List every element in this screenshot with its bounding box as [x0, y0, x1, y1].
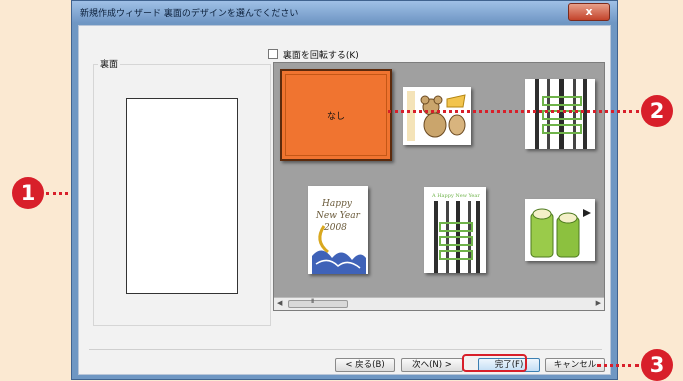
gallery-horizontal-scrollbar[interactable]: ◀ III ▶	[274, 297, 604, 310]
checkbox-box[interactable]	[268, 49, 278, 59]
bamboo-tall-illustration: A Happy New Year	[431, 193, 480, 273]
close-button[interactable]: x	[568, 3, 610, 21]
design-gallery[interactable]: なし Happy New Year 2008 A Happy New Year …	[273, 62, 605, 311]
thumbnail-bamboo-wide[interactable]	[525, 79, 595, 149]
back-button[interactable]: < 戻る(B)	[335, 358, 395, 372]
callout-badge-2: 2	[641, 95, 673, 127]
scroll-left-icon[interactable]: ◀	[277, 299, 282, 307]
rotate-checkbox-label: 裏面を回転する(K)	[282, 51, 359, 61]
title-bar: 新規作成ウィザード 裏面のデザインを選んでください x	[72, 1, 617, 23]
window-title: 新規作成ウィザード 裏面のデザインを選んでください	[80, 9, 299, 19]
thumbnail-happy-new-year[interactable]: Happy New Year 2008	[308, 186, 368, 274]
thumbnail-none-selected[interactable]: なし	[280, 69, 392, 161]
cancel-button[interactable]: キャンセル	[545, 358, 605, 372]
callout-badge-3: 3	[641, 349, 673, 381]
nyear-line-3: 2008	[323, 223, 347, 233]
button-separator	[89, 349, 602, 350]
wizard-client: 裏面 裏面を回転する(K) なし Happy New Year 2008 A H…	[78, 25, 611, 375]
bamboo-tall-caption: A Happy New Year	[431, 193, 480, 199]
next-button[interactable]: 次へ(N) >	[401, 358, 463, 372]
callout-1-leader	[46, 192, 68, 195]
mouse-cheese-illustration	[407, 91, 466, 141]
bamboo-cut-illustration	[530, 208, 591, 258]
callout-2-leader	[388, 110, 639, 113]
finish-highlight-ring	[462, 354, 527, 372]
callout-3-leader	[597, 364, 639, 367]
scroll-right-icon[interactable]: ▶	[596, 299, 601, 307]
scroll-thumb[interactable]: III	[288, 298, 348, 308]
scroll-grip-icon: III	[311, 298, 314, 305]
thumbnail-bamboo-cut[interactable]	[525, 199, 595, 261]
thumbnail-mouse-cheese[interactable]	[403, 87, 471, 145]
back-side-group: 裏面	[93, 57, 271, 326]
none-label: なし	[326, 112, 345, 122]
nyear-line-2: New Year	[315, 211, 361, 221]
callout-badge-1: 1	[12, 177, 44, 209]
thumbnail-bamboo-tall[interactable]: A Happy New Year	[424, 187, 486, 273]
wizard-window: 新規作成ウィザード 裏面のデザインを選んでください x 裏面 裏面を回転する(K…	[71, 0, 618, 380]
bamboo-wide-illustration	[535, 79, 587, 149]
happy-new-year-illustration: Happy New Year 2008	[312, 199, 366, 274]
nyear-line-1: Happy	[321, 199, 353, 209]
back-side-label: 裏面	[98, 57, 121, 70]
rotate-checkbox[interactable]: 裏面を回転する(K)	[268, 48, 359, 61]
back-side-preview	[126, 98, 238, 294]
